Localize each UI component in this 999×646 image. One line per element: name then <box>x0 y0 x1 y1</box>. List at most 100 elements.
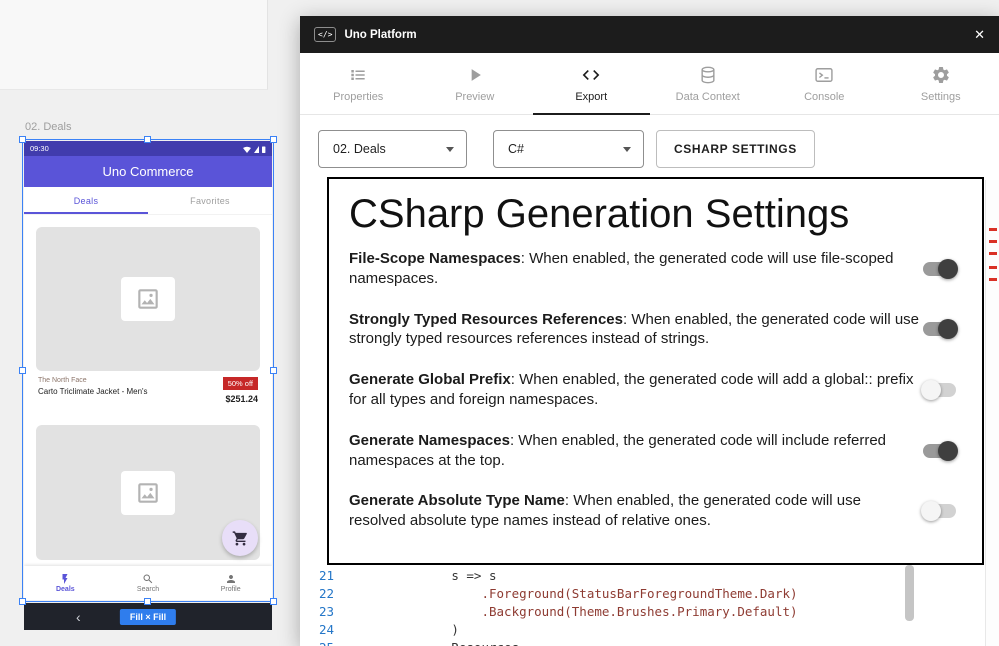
phone-tab-label: Favorites <box>190 196 230 206</box>
close-icon[interactable]: ✕ <box>974 27 985 43</box>
code-text[interactable]: ) <box>346 622 459 637</box>
panel-tab-bar: Properties Preview Export Data Context <box>300 53 999 115</box>
selection-handle-top-middle[interactable] <box>144 136 151 143</box>
nav-item-profile[interactable]: Profile <box>189 566 272 600</box>
toggle-thumb <box>921 501 941 521</box>
error-mark <box>989 266 997 269</box>
setting-row-generate-namespaces: Generate Namespaces: When enabled, the g… <box>349 431 962 471</box>
product-price-col: 50% off $251.24 <box>223 377 258 404</box>
code-text[interactable]: Resources <box>346 640 519 646</box>
editor-vertical-scrollbar[interactable] <box>905 565 914 621</box>
list-icon <box>348 65 368 85</box>
tab-label: Data Context <box>676 91 740 103</box>
tab-properties[interactable]: Properties <box>300 53 417 114</box>
toggle-thumb <box>938 259 958 279</box>
code-line: 24 ) <box>300 620 985 638</box>
nav-label: Profile <box>221 586 241 593</box>
code-text[interactable]: .Background(Theme.Brushes.Primary.Defaul… <box>346 604 798 619</box>
editor-overview-ruler[interactable] <box>985 180 999 646</box>
selection-handle-top-right[interactable] <box>270 136 277 143</box>
code-line: 23 .Background(Theme.Brushes.Primary.Def… <box>300 602 985 620</box>
setting-label: Generate Namespaces <box>349 432 510 449</box>
line-number: 23 <box>300 604 346 619</box>
cart-fab[interactable] <box>222 520 258 556</box>
layout-overlay-bar: ‹ Fill × Fill <box>24 603 272 630</box>
canvas-background-block <box>0 0 268 90</box>
product-card-image[interactable] <box>36 227 260 371</box>
page-select-value: 02. Deals <box>333 142 386 156</box>
panel-header[interactable]: </> Uno Platform ✕ <box>300 16 999 53</box>
tab-preview[interactable]: Preview <box>417 53 534 114</box>
fill-size-badge[interactable]: Fill × Fill <box>120 609 176 625</box>
setting-row-strongly-typed-resources: Strongly Typed Resources References: Whe… <box>349 310 962 350</box>
selection-handle-bottom-left[interactable] <box>19 598 26 605</box>
nav-item-deals[interactable]: Deals <box>24 566 107 600</box>
setting-row-generate-global-prefix: Generate Global Prefix: When enabled, th… <box>349 370 962 410</box>
setting-row-generate-absolute-type-name: Generate Absolute Type Name: When enable… <box>349 491 962 531</box>
discount-badge: 50% off <box>223 377 258 390</box>
toggle-strongly-typed-resources[interactable] <box>921 319 958 339</box>
tab-data-context[interactable]: Data Context <box>650 53 767 114</box>
setting-description: Generate Global Prefix: When enabled, th… <box>349 370 921 410</box>
selection-handle-bottom-right[interactable] <box>270 598 277 605</box>
error-mark <box>989 278 997 281</box>
page-select[interactable]: 02. Deals <box>318 130 467 168</box>
tab-export[interactable]: Export <box>533 53 650 114</box>
phone-tab-favorites[interactable]: Favorites <box>148 187 272 214</box>
tab-settings[interactable]: Settings <box>883 53 999 114</box>
status-bar: 09:30 <box>24 141 272 156</box>
image-placeholder-icon <box>133 286 163 312</box>
tab-label: Console <box>804 91 844 103</box>
nav-label: Search <box>137 586 159 593</box>
line-number: 25 <box>300 640 346 646</box>
nav-item-search[interactable]: Search <box>107 566 190 600</box>
terminal-icon <box>814 65 834 85</box>
toggle-file-scope-namespaces[interactable] <box>921 259 958 279</box>
toggle-generate-namespaces[interactable] <box>921 441 958 461</box>
line-number: 24 <box>300 622 346 637</box>
page-label: 02. Deals <box>25 121 71 133</box>
play-icon <box>465 65 485 85</box>
export-toolbar: 02. Deals C# CSHARP SETTINGS <box>300 115 999 180</box>
tab-console[interactable]: Console <box>766 53 883 114</box>
bottom-nav: Deals Search Profile <box>24 566 272 600</box>
app-title: Uno Commerce <box>102 164 193 179</box>
image-placeholder <box>121 277 175 321</box>
toggle-thumb <box>938 319 958 339</box>
language-select[interactable]: C# <box>493 130 644 168</box>
flash-icon <box>59 573 71 585</box>
code-line: 21 s => s <box>300 566 985 584</box>
search-icon <box>142 573 154 585</box>
status-time: 09:30 <box>30 144 49 153</box>
toggle-generate-absolute-type-name[interactable] <box>921 501 958 521</box>
setting-label: File-Scope Namespaces <box>349 250 521 267</box>
error-mark <box>989 240 997 243</box>
selection-handle-middle-right[interactable] <box>270 367 277 374</box>
app-bar: Uno Commerce <box>24 156 272 187</box>
product-text-col: The North Face Carto Triclimate Jacket -… <box>38 377 148 396</box>
selection-handle-middle-left[interactable] <box>19 367 26 374</box>
csharp-settings-button[interactable]: CSHARP SETTINGS <box>656 130 815 168</box>
setting-description: Strongly Typed Resources References: Whe… <box>349 310 921 350</box>
setting-description: Generate Absolute Type Name: When enable… <box>349 491 921 531</box>
code-text[interactable]: .Foreground(StatusBarForegroundTheme.Dar… <box>346 586 798 601</box>
chevron-left-icon[interactable]: ‹ <box>76 610 81 624</box>
cart-icon <box>232 530 249 547</box>
line-number: 21 <box>300 568 346 583</box>
product-info-row[interactable]: The North Face Carto Triclimate Jacket -… <box>38 377 258 404</box>
error-mark <box>989 228 997 231</box>
selection-handle-bottom-middle[interactable] <box>144 598 151 605</box>
phone-preview[interactable]: 09:30 Uno Commerce Deals Favorites <box>24 141 272 600</box>
code-text[interactable]: s => s <box>346 568 497 583</box>
selection-handle-top-left[interactable] <box>19 136 26 143</box>
phone-tab-row: Deals Favorites <box>24 187 272 215</box>
code-icon <box>581 65 601 85</box>
uno-platform-panel: </> Uno Platform ✕ Properties Preview Ex… <box>300 16 999 646</box>
product-name: Carto Triclimate Jacket - Men's <box>38 387 148 396</box>
toggle-thumb <box>921 380 941 400</box>
tab-label: Preview <box>455 91 494 103</box>
toggle-generate-global-prefix[interactable] <box>921 380 958 400</box>
product-brand: The North Face <box>38 377 148 384</box>
phone-tab-deals[interactable]: Deals <box>24 187 148 214</box>
code-block: 21 s => s 22 .Foreground(StatusBarForegr… <box>300 566 985 646</box>
